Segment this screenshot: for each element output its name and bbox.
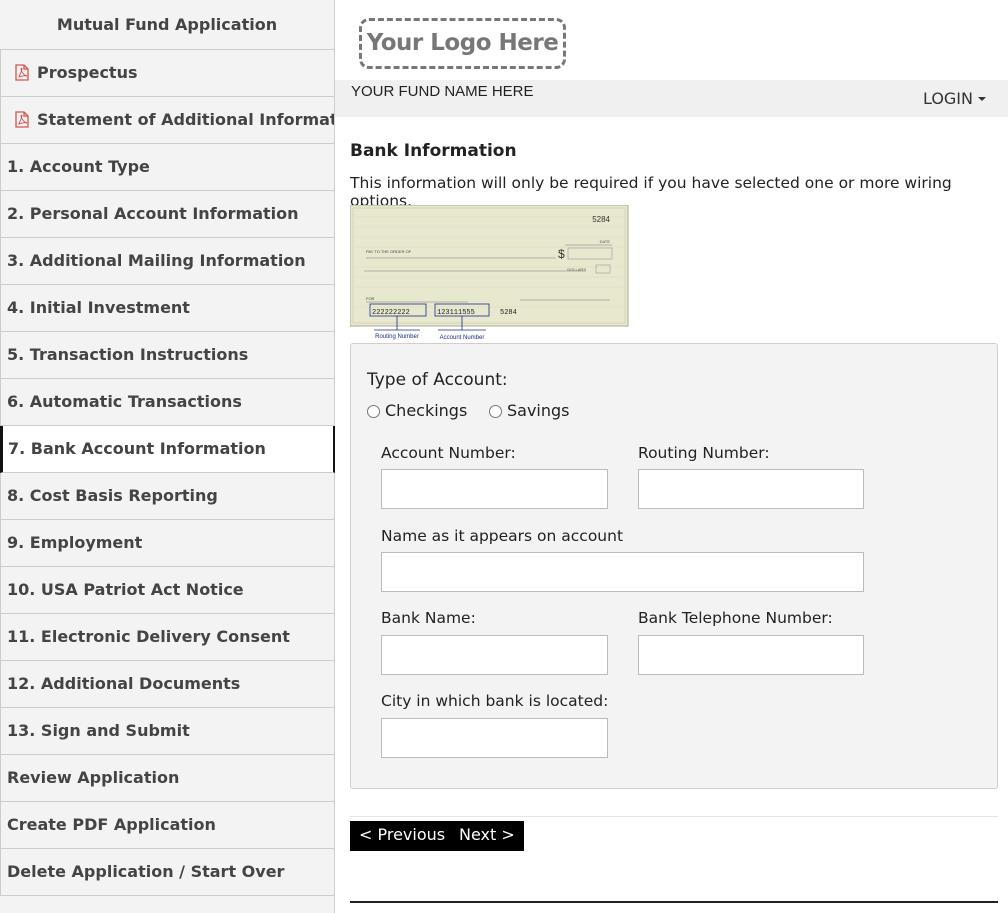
- sidebar-step-transaction-instructions[interactable]: 5. Transaction Instructions: [0, 332, 334, 379]
- sidebar-doc-label: Statement of Additional Information: [37, 110, 334, 129]
- sidebar-step-electronic-delivery[interactable]: 11. Electronic Delivery Consent: [0, 614, 334, 661]
- sidebar-review-application[interactable]: Review Application: [0, 755, 334, 802]
- sidebar-step-employment[interactable]: 9. Employment: [0, 520, 334, 567]
- account-number-field[interactable]: [381, 469, 608, 509]
- account-name-field[interactable]: [381, 552, 864, 592]
- check-pay-to-label: PAY TO THE ORDER OF: [366, 249, 412, 254]
- bank-city-field[interactable]: [381, 718, 608, 758]
- bank-phone-field[interactable]: [638, 635, 864, 675]
- account-type-label: Type of Account:: [367, 370, 508, 390]
- login-dropdown[interactable]: LOGIN: [923, 89, 986, 108]
- sidebar-doc-label: Prospectus: [37, 63, 138, 82]
- next-button[interactable]: Next >: [450, 821, 524, 851]
- sidebar-create-pdf[interactable]: Create PDF Application: [0, 802, 334, 849]
- bank-name-label: Bank Name:: [381, 609, 476, 627]
- sidebar-doc-sai[interactable]: Statement of Additional Information: [0, 97, 334, 144]
- divider: [350, 816, 998, 817]
- main-content: Your Logo Here YOUR FUND NAME HERE LOGIN…: [335, 0, 1008, 913]
- check-routing-digits: 222222222: [372, 309, 410, 317]
- fund-name: YOUR FUND NAME HERE: [351, 83, 534, 100]
- sidebar-step-patriot-act[interactable]: 10. USA Patriot Act Notice: [0, 567, 334, 614]
- top-bar: YOUR FUND NAME HERE LOGIN: [335, 80, 1008, 117]
- previous-button[interactable]: < Previous: [350, 821, 455, 851]
- sidebar-step-bank-account[interactable]: 7. Bank Account Information: [0, 426, 335, 473]
- check-currency: $: [558, 247, 565, 261]
- sidebar: Mutual Fund Application Prospectus State…: [0, 0, 335, 913]
- check-dollars-label: DOLLARS: [567, 267, 586, 272]
- routing-number-field[interactable]: [638, 469, 864, 509]
- sidebar-step-cost-basis[interactable]: 8. Cost Basis Reporting: [0, 473, 334, 520]
- login-label: LOGIN: [922, 89, 973, 108]
- sidebar-step-account-type[interactable]: 1. Account Type: [0, 144, 334, 191]
- account-name-label: Name as it appears on account: [381, 527, 624, 545]
- section-title: Bank Information: [350, 141, 517, 161]
- sidebar-step-sign-submit[interactable]: 13. Sign and Submit: [0, 708, 334, 755]
- sidebar-step-automatic-transactions[interactable]: 6. Automatic Transactions: [0, 379, 334, 426]
- check-account-caption: Account Number: [440, 335, 485, 341]
- check-routing-caption: Routing Number: [375, 334, 419, 340]
- check-account-digits: 123111555: [437, 309, 475, 317]
- sidebar-doc-prospectus[interactable]: Prospectus: [0, 50, 334, 97]
- sidebar-title: Mutual Fund Application: [0, 0, 334, 50]
- sidebar-step-initial-investment[interactable]: 4. Initial Investment: [0, 285, 334, 332]
- sample-check-image: 5284 DATE PAY TO THE ORDER OF $ DOLLARS …: [350, 205, 629, 341]
- sidebar-delete-application[interactable]: Delete Application / Start Over: [0, 849, 334, 896]
- caret-down-icon: [978, 97, 986, 101]
- checkings-radio[interactable]: [367, 405, 380, 418]
- savings-radio[interactable]: [489, 405, 502, 418]
- bottom-rule: [350, 901, 998, 903]
- checkings-option[interactable]: Checkings: [367, 401, 467, 420]
- savings-option[interactable]: Savings: [489, 401, 570, 420]
- bank-name-field[interactable]: [381, 635, 608, 675]
- account-number-label: Account Number:: [381, 444, 516, 462]
- check-date-label: DATE: [600, 239, 611, 244]
- bank-phone-label: Bank Telephone Number:: [638, 609, 833, 627]
- savings-label: Savings: [507, 401, 570, 420]
- checkings-label: Checkings: [385, 401, 468, 420]
- check-for-label: FOR: [366, 296, 375, 301]
- pdf-icon: [15, 111, 29, 128]
- sidebar-step-personal-info[interactable]: 2. Personal Account Information: [0, 191, 334, 238]
- routing-number-label: Routing Number:: [638, 444, 770, 462]
- logo: Your Logo Here: [359, 18, 566, 69]
- pdf-icon: [15, 64, 29, 81]
- sidebar-step-mailing-info[interactable]: 3. Additional Mailing Information: [0, 238, 334, 285]
- sidebar-step-additional-documents[interactable]: 12. Additional Documents: [0, 661, 334, 708]
- bank-info-form: Type of Account: Checkings Savings Accou…: [350, 343, 998, 789]
- check-serial-digits: 5284: [500, 309, 517, 317]
- check-number: 5284: [592, 215, 610, 224]
- bank-city-label: City in which bank is located:: [381, 692, 609, 710]
